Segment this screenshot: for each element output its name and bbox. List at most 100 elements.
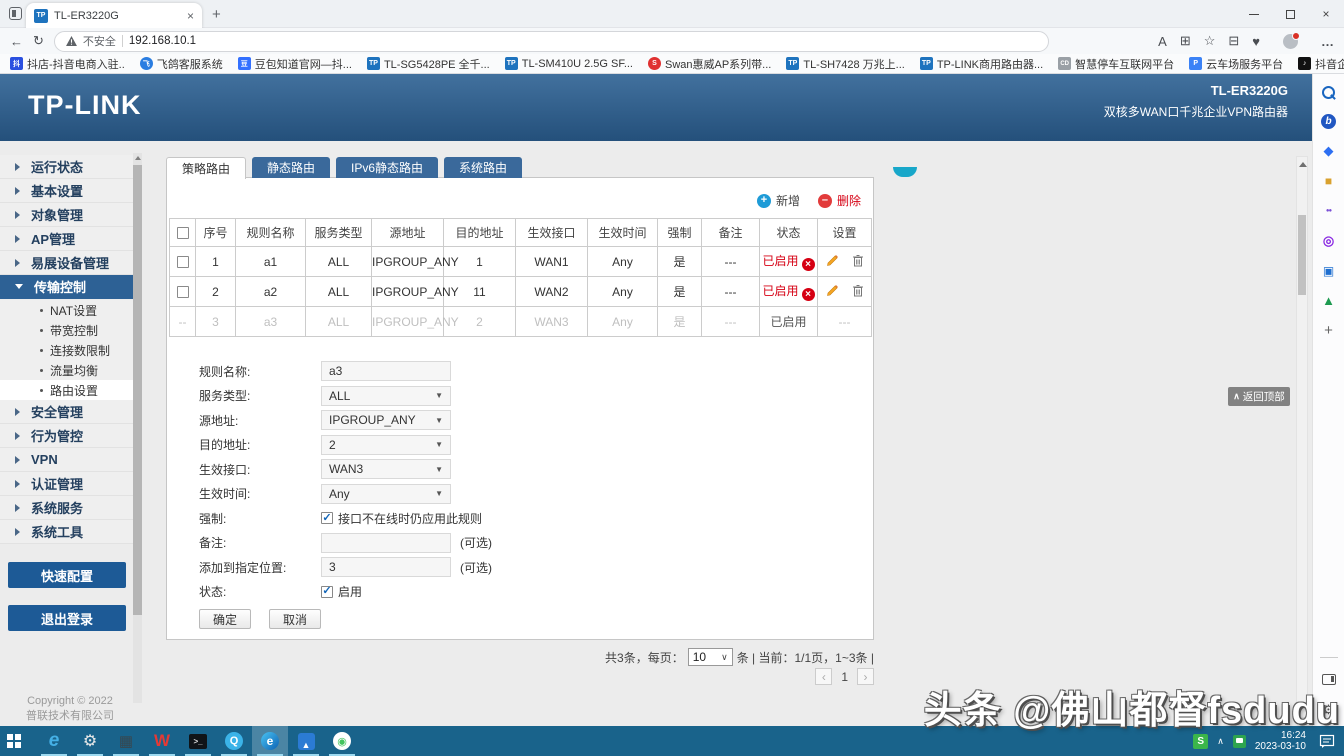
favorites-icon[interactable]: ☆ [1204,33,1216,49]
taskbar-projector-icon[interactable]: ▦ [108,726,144,756]
sidebar-shopping-icon[interactable]: ◆ [1320,142,1337,159]
trash-icon[interactable] [852,284,864,297]
sidebar-item-transmission-control[interactable]: 传输控制 [0,275,133,299]
new-tab-button[interactable]: + [212,6,221,23]
bookmark-item[interactable]: P 云车场服务平台 [1189,56,1283,72]
add-rule-button[interactable]: + 新增 [757,192,800,209]
note-input[interactable] [321,533,451,553]
tab-close-icon[interactable]: × [187,10,194,22]
content-tab[interactable]: 系统路由 [444,157,522,178]
interface-select[interactable]: WAN3▼ [321,459,451,479]
bookmark-item[interactable]: 飞 飞鸽客服系统 [140,56,223,72]
trash-icon[interactable] [852,254,864,267]
browser-essentials-icon[interactable]: ♥ [1252,34,1260,49]
sidebar-sub-item[interactable]: NAT设置 [0,300,133,320]
bookmark-item[interactable]: TP TP-LINK商用路由器... [920,56,1043,72]
sidebar-scrollbar[interactable] [133,153,142,703]
dest-address-select[interactable]: 2▼ [321,435,451,455]
back-icon[interactable]: ← [10,34,23,49]
bookmark-item[interactable]: S Swan惠威AP系列带... [648,56,771,72]
sidebar-item[interactable]: 安全管理 [0,400,133,424]
sidebar-item[interactable]: 运行状态 [0,155,133,179]
taskbar-wps-icon[interactable]: W [144,726,180,756]
row-checkbox[interactable] [177,256,189,268]
taskbar-settings-icon[interactable]: ⚙ [72,726,108,756]
tray-sunlogin-icon[interactable]: S [1193,734,1208,749]
sidebar-office-icon[interactable]: ◎ [1320,232,1337,249]
taskbar-edge-icon[interactable]: e [252,726,288,756]
scrollbar-thumb[interactable] [133,165,142,615]
content-tab[interactable]: 静态路由 [252,157,330,178]
quick-setup-button[interactable]: 快速配置 [8,562,126,588]
bookmark-item[interactable]: 抖 抖店-抖音电商入驻.. [10,56,125,72]
sidebar-sub-item[interactable]: 路由设置 [0,380,133,400]
sidebar-toolbox-icon[interactable]: ■ [1320,172,1337,189]
bookmark-item[interactable]: TP TL-SM410U 2.5G SF... [505,57,633,70]
page-size-select[interactable]: 10∨ [688,648,733,666]
read-aloud-icon[interactable]: A [1158,34,1167,49]
window-minimize-button[interactable] [1236,0,1272,28]
security-label[interactable]: 不安全 [83,33,116,49]
more-menu-icon[interactable]: … [1321,34,1334,49]
service-type-select[interactable]: ALL▼ [321,386,451,406]
status-checkbox[interactable]: ✓ [321,586,333,598]
window-restore-button[interactable] [1272,0,1308,28]
sidebar-sub-item[interactable]: 流量均衡 [0,360,133,380]
position-input[interactable]: 3 [321,557,451,577]
next-page-button[interactable]: › [857,668,874,685]
taskbar-cmd-icon[interactable]: >_ [180,726,216,756]
sidebar-item[interactable]: 基本设置 [0,179,133,203]
url-text[interactable]: 192.168.10.1 [129,35,196,47]
force-checkbox[interactable]: ✓ [321,512,333,524]
sidebar-item[interactable]: 对象管理 [0,203,133,227]
tab-actions-icon[interactable] [9,7,22,20]
taskbar-photos-icon[interactable]: ▲ [288,726,324,756]
cancel-button[interactable]: 取消 [269,609,321,629]
source-address-select[interactable]: IPGROUP_ANY▼ [321,410,451,430]
scroll-up-icon[interactable] [135,156,141,160]
bookmark-item[interactable]: CD 智慧停车互联网平台 [1058,56,1174,72]
delete-rule-button[interactable]: – 删除 [818,192,861,209]
help-fab-partial[interactable] [893,167,917,177]
select-all-checkbox[interactable] [177,227,189,239]
browser-tab[interactable]: TP TL-ER3220G × [26,3,202,28]
sidebar-sub-item[interactable]: 连接数限制 [0,340,133,360]
bookmark-item[interactable]: TP TL-SH7428 万兆上... [786,56,904,72]
sidebar-games-icon[interactable]: ●● [1320,202,1337,219]
bookmark-item[interactable]: ♪ 抖音企业服务中心 |... [1298,56,1344,72]
sidebar-item[interactable]: 易展设备管理 [0,251,133,275]
taskbar-wechat-icon[interactable]: ◉ [324,726,360,756]
sidebar-add-icon[interactable]: + [1320,322,1337,339]
logout-button[interactable]: 退出登录 [8,605,126,631]
split-screen-icon[interactable]: ⊞ [1180,33,1191,49]
url-field[interactable]: 不安全 192.168.10.1 [54,31,1049,52]
scroll-up-icon[interactable] [1299,162,1307,167]
tray-app-icon[interactable] [1233,735,1246,748]
edit-icon[interactable] [826,284,839,297]
start-button[interactable] [0,726,36,756]
taskbar-ie-icon[interactable]: e [36,726,72,756]
prev-page-button[interactable]: ‹ [815,668,832,685]
back-to-top-button[interactable]: ∧ 返回顶部 [1228,387,1290,406]
scrollbar-thumb[interactable] [1298,215,1306,295]
bookmark-item[interactable]: TP TL-SG5428PE 全千... [367,56,490,72]
content-scrollbar[interactable] [1296,156,1308,718]
sidebar-camera-icon[interactable]: ▣ [1320,262,1337,279]
sidebar-item[interactable]: VPN [0,448,133,472]
ok-button[interactable]: 确定 [199,609,251,629]
rule-name-input[interactable]: a3 [321,361,451,381]
content-tab[interactable]: IPv6静态路由 [336,157,438,178]
tray-expand-icon[interactable]: ∧ [1217,736,1224,747]
disable-x-icon[interactable] [802,258,815,271]
sidebar-tree-icon[interactable]: ▲ [1320,292,1337,309]
window-close-button[interactable]: × [1308,0,1344,28]
bookmark-item[interactable]: 豆 豆包知道官网—抖... [238,56,352,72]
time-select[interactable]: Any▼ [321,484,451,504]
content-tab[interactable]: 策略路由 [166,157,246,179]
sidebar-bing-icon[interactable]: b [1321,114,1336,129]
collections-icon[interactable]: ⊟ [1228,33,1239,49]
sidebar-item[interactable]: 系统服务 [0,496,133,520]
sidebar-sub-item[interactable]: 带宽控制 [0,320,133,340]
action-center-icon[interactable] [1319,734,1336,749]
sidebar-search-icon[interactable] [1320,84,1337,101]
